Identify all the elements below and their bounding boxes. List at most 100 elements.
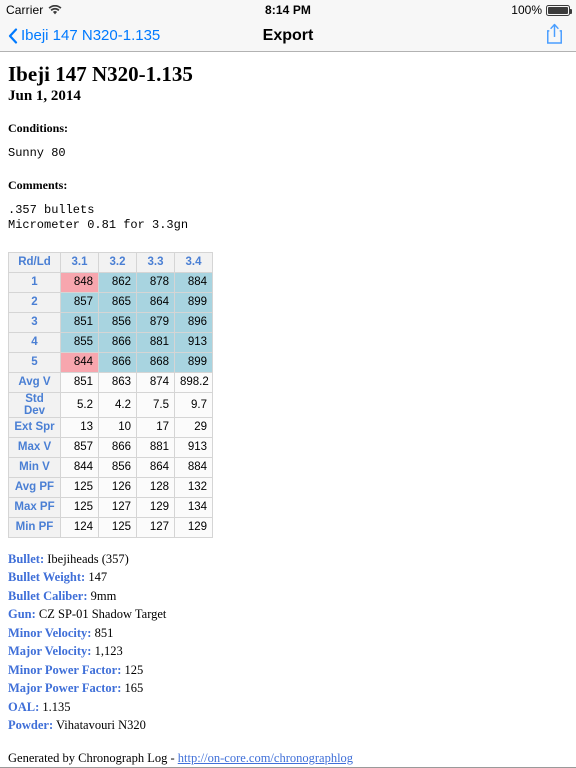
table-row: Avg PF 125 126 128 132 [8, 476, 213, 498]
cell-value: 127 [98, 496, 137, 518]
table-row: Std Dev 5.2 4.2 7.5 9.7 [8, 391, 213, 418]
table-row: Max PF 125 127 129 134 [8, 496, 213, 518]
conditions-value: Sunny 80 [8, 146, 66, 161]
table-row: 4 855 866 881 913 [8, 331, 213, 353]
metadata-value: Vihatavouri N320 [56, 718, 146, 733]
document-title: Ibeji 147 N320-1.135 [8, 62, 193, 86]
cell-value: 125 [60, 496, 99, 518]
footer-prefix: Generated by Chronograph Log - [8, 750, 178, 765]
table-row: 5 844 866 868 899 [8, 351, 213, 373]
table-row: 2 857 865 864 899 [8, 291, 213, 313]
metadata-key: OAL: [8, 699, 40, 714]
row-label: Min PF [8, 516, 61, 538]
cell-value: 874 [136, 371, 175, 393]
cell-value: 126 [98, 476, 137, 498]
cell-value: 868 [136, 351, 175, 373]
metadata-value: 165 [124, 681, 144, 696]
document-date: Jun 1, 2014 [8, 88, 81, 105]
metadata-value: 125 [124, 662, 144, 677]
status-bar-clock: 8:14 PM [264, 3, 312, 17]
metadata-row: Minor Velocity: 851 [8, 624, 568, 643]
cell-value: 844 [60, 456, 99, 478]
row-label: Max V [8, 436, 61, 458]
cell-value: 10 [98, 416, 137, 438]
battery-full-icon [546, 4, 572, 16]
cell-value: 884 [174, 271, 213, 293]
chronograph-table: Rd/Ld 3.1 3.2 3.3 3.4 1 848 862 878 884 [8, 251, 213, 538]
metadata-row: Gun: CZ SP-01 Shadow Target [8, 605, 568, 624]
cell-value: 879 [136, 311, 175, 333]
metadata-value: 1,123 [94, 644, 123, 659]
cell-value: 881 [136, 331, 175, 353]
cell-value: 7.5 [136, 391, 175, 418]
chronograph-table-wrapper: Rd/Ld 3.1 3.2 3.3 3.4 1 848 862 878 884 [8, 251, 568, 538]
table-header-row: Rd/Ld 3.1 3.2 3.3 3.4 [8, 251, 213, 273]
cell-value: 844 [60, 351, 99, 373]
metadata-row: Bullet: Ibejiheads (357) [8, 550, 568, 569]
row-label: Max PF [8, 496, 61, 518]
cell-value: 884 [174, 456, 213, 478]
chronograph-log-link[interactable]: http://on-core.com/chronographlog [178, 751, 353, 765]
battery-fill [548, 6, 568, 14]
cell-value: 864 [136, 291, 175, 313]
battery-percent-label: 100% [511, 3, 542, 17]
table-header-col-4: 3.4 [174, 251, 213, 273]
metadata-key: Bullet Caliber: [8, 588, 88, 603]
cell-value: 127 [136, 516, 175, 538]
cell-value: 129 [174, 516, 213, 538]
back-button[interactable]: Ibeji 147 N320-1.135 [8, 27, 160, 44]
metadata-row: Powder: Vihatavouri N320 [8, 716, 568, 735]
metadata-value: 1.135 [42, 699, 71, 714]
metadata-key: Minor Power Factor: [8, 662, 122, 677]
metadata-value: Ibejiheads (357) [47, 551, 129, 566]
metadata-key: Major Power Factor: [8, 681, 122, 696]
cell-value: 9.7 [174, 391, 213, 418]
table-header: Rd/Ld 3.1 3.2 3.3 3.4 [8, 251, 213, 273]
cell-value: 851 [60, 371, 99, 393]
cell-value: 29 [174, 416, 213, 438]
table-header-col-2: 3.2 [98, 251, 137, 273]
cell-value: 899 [174, 291, 213, 313]
document-footer: Generated by Chronograph Log - http://on… [8, 751, 568, 766]
metadata-row: Bullet Caliber: 9mm [8, 587, 568, 606]
metadata-row: Major Velocity: 1,123 [8, 642, 568, 661]
cell-value: 125 [98, 516, 137, 538]
export-document: Ibeji 147 N320-1.135 Jun 1, 2014 Conditi… [0, 52, 576, 768]
cell-value: 913 [174, 436, 213, 458]
share-button[interactable] [545, 22, 568, 50]
row-label: 3 [8, 311, 61, 333]
cell-value: 881 [136, 436, 175, 458]
cell-value: 13 [60, 416, 99, 438]
cell-value: 132 [174, 476, 213, 498]
cell-value: 864 [136, 456, 175, 478]
table-row: Min PF 124 125 127 129 [8, 516, 213, 538]
cell-value: 851 [60, 311, 99, 333]
metadata-key: Major Velocity: [8, 644, 92, 659]
cell-value: 124 [60, 516, 99, 538]
row-label: 1 [8, 271, 61, 293]
conditions-label: Conditions: [8, 121, 69, 136]
metadata-value: 851 [94, 625, 114, 640]
row-label: Avg PF [8, 476, 61, 498]
cell-value: 862 [98, 271, 137, 293]
cell-value: 134 [174, 496, 213, 518]
cell-value: 878 [136, 271, 175, 293]
cell-value: 125 [60, 476, 99, 498]
metadata-value: 9mm [90, 588, 117, 603]
row-label: Min V [8, 456, 61, 478]
metadata-value: CZ SP-01 Shadow Target [38, 607, 167, 622]
row-label: Ext Spr [8, 416, 61, 438]
cell-value: 913 [174, 331, 213, 353]
cell-value: 4.2 [98, 391, 137, 418]
table-row: 3 851 856 879 896 [8, 311, 213, 333]
table-row: Ext Spr 13 10 17 29 [8, 416, 213, 438]
app-screen: Carrier 8:14 PM 100% Ibeji 147 N320-1.13… [0, 0, 576, 768]
cell-value: 866 [98, 331, 137, 353]
load-metadata-list: Bullet: Ibejiheads (357) Bullet Weight: … [8, 550, 568, 735]
cell-value: 896 [174, 311, 213, 333]
row-label: Std Dev [8, 391, 61, 418]
navigation-bar: Ibeji 147 N320-1.135 Export [0, 20, 576, 52]
metadata-row: OAL: 1.135 [8, 698, 568, 717]
cell-value: 855 [60, 331, 99, 353]
table-header-corner: Rd/Ld [8, 251, 61, 273]
